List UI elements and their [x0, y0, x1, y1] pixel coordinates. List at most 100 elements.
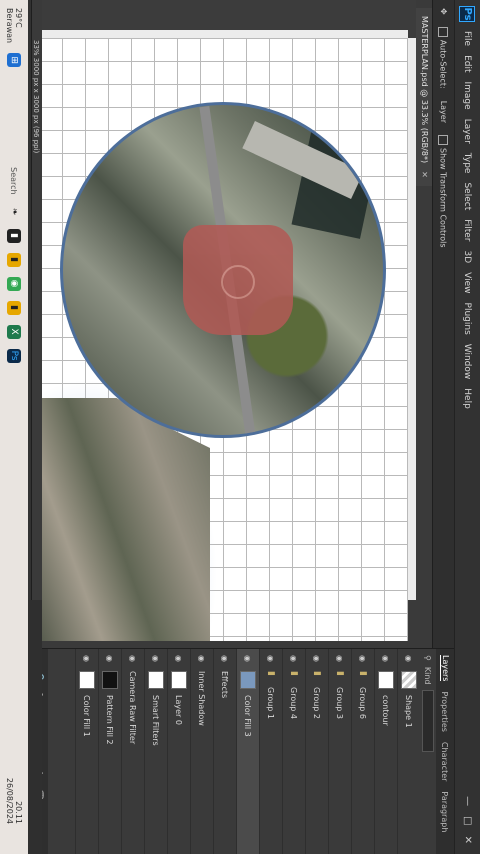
- eye-icon[interactable]: ◉: [290, 655, 299, 665]
- layer-name: Pattern Fill 2: [105, 695, 115, 745]
- layer-name: Color Fill 1: [82, 695, 92, 737]
- auto-select-checkbox[interactable]: Auto-Select:: [438, 26, 449, 89]
- menu-3d[interactable]: 3D: [463, 251, 473, 264]
- menu-filter[interactable]: Filter: [463, 219, 473, 241]
- eye-icon[interactable]: ◉: [106, 655, 115, 665]
- layer-name: Smart Filters: [151, 695, 161, 746]
- layer-row[interactable]: ◉ ▮ Group 1: [259, 649, 282, 854]
- file-explorer-icon[interactable]: ▮: [7, 252, 21, 267]
- layer-row[interactable]: ◉ ▮ Group 3: [328, 649, 351, 854]
- layer-row[interactable]: ◉ Smart Filters: [144, 649, 167, 854]
- eye-icon[interactable]: ◉: [175, 655, 184, 665]
- panel-tabs: Layers Properties Character Paragraph: [436, 649, 454, 854]
- close-tab-icon[interactable]: ✕: [420, 171, 429, 178]
- folder-app-icon[interactable]: ▮: [7, 300, 21, 315]
- menu-edit[interactable]: Edit: [463, 55, 473, 72]
- menu-type[interactable]: Type: [463, 153, 473, 174]
- eye-icon[interactable]: ◉: [267, 655, 276, 665]
- layer-row[interactable]: ◉ Color Fill 1: [75, 649, 98, 854]
- layer-row[interactable]: ◉ contour: [374, 649, 397, 854]
- system-clock[interactable]: 20.11 26/08/2024: [5, 778, 23, 854]
- layer-name: Effects: [220, 671, 230, 699]
- eye-icon[interactable]: ◉: [405, 655, 414, 665]
- layer-row[interactable]: ◉ Layer 0: [167, 649, 190, 854]
- layer-thumbnail: [79, 671, 95, 689]
- tab-layers[interactable]: Layers: [440, 655, 450, 682]
- circular-aerial-photo: [60, 102, 386, 438]
- kind-label[interactable]: Kind: [424, 667, 433, 685]
- menu-help[interactable]: Help: [463, 388, 473, 409]
- tab-character[interactable]: Character: [441, 742, 450, 782]
- clock-date: 26/08/2024: [5, 777, 14, 824]
- folder-icon: ▮: [266, 671, 276, 676]
- vertical-ruler: [42, 30, 408, 38]
- layer-row[interactable]: ◉ ▮ Group 6: [351, 649, 374, 854]
- layer-row[interactable]: ◉ ▮ Group 4: [282, 649, 305, 854]
- menu-window[interactable]: Window: [463, 344, 473, 380]
- weather-widget[interactable]: 29°C Berawan: [5, 8, 23, 43]
- layers-panel: Layers Properties Character Paragraph ⚲ …: [28, 648, 454, 854]
- eye-icon[interactable]: ◉: [221, 655, 230, 665]
- minimize-icon[interactable]: —: [462, 796, 473, 806]
- eye-icon[interactable]: ◉: [152, 655, 161, 665]
- menu-view[interactable]: View: [463, 272, 473, 293]
- menu-layer[interactable]: Layer: [463, 119, 473, 144]
- move-tool-icon[interactable]: ✥: [439, 8, 448, 15]
- status-bar: 33% 3000 px x 3000 px (96 ppi): [32, 40, 40, 154]
- layer-name: contour: [381, 695, 391, 726]
- layer-name: Color Fill 3: [243, 695, 253, 737]
- auto-select-target[interactable]: Layer: [439, 101, 448, 123]
- window-controls: — □ ✕: [462, 796, 473, 854]
- menu-select[interactable]: Select: [463, 182, 473, 210]
- layer-thumbnail: [102, 671, 118, 689]
- eye-icon[interactable]: ◉: [198, 655, 207, 665]
- layer-thumbnail: [171, 671, 187, 689]
- eye-icon[interactable]: ◉: [244, 655, 253, 665]
- windows-start-icon[interactable]: ⊞: [7, 53, 21, 68]
- excel-icon[interactable]: X: [7, 324, 21, 339]
- layer-row[interactable]: ◉ Effects: [213, 649, 236, 854]
- folder-icon: ▮: [358, 671, 368, 676]
- maximize-icon[interactable]: □: [462, 816, 473, 825]
- windows-taskbar: 29°C Berawan ⊞ Search ❧ ▮ ▮ ◉ ▮ X Ps 20.…: [0, 0, 28, 854]
- layer-name: Camera Raw Filter: [128, 671, 138, 745]
- clock-time: 20.11: [14, 801, 23, 824]
- tab-properties[interactable]: Properties: [441, 691, 450, 731]
- layer-row[interactable]: ◉ Pattern Fill 2: [98, 649, 121, 854]
- eye-icon[interactable]: ◉: [382, 655, 391, 665]
- layer-name: Group 1: [266, 687, 276, 719]
- terminal-app-icon[interactable]: ▮: [7, 228, 21, 243]
- feather-app-icon[interactable]: ❧: [7, 205, 21, 219]
- eye-icon[interactable]: ◉: [129, 655, 138, 665]
- eye-icon[interactable]: ◉: [313, 655, 322, 665]
- document-title: MASTERPLAN.psd @ 33.3% (RGB/8*): [420, 16, 429, 164]
- search-icon: ⚲: [423, 655, 433, 661]
- layer-name: Group 2: [312, 687, 322, 719]
- layer-row[interactable]: ◉ Inner Shadow: [190, 649, 213, 854]
- document-tab[interactable]: MASTERPLAN.psd @ 33.3% (RGB/8*) ✕: [416, 8, 432, 186]
- show-transform-checkbox[interactable]: Show Transform Controls: [438, 135, 449, 248]
- menu-plugins[interactable]: Plugins: [463, 303, 473, 335]
- taskbar-search[interactable]: Search: [10, 167, 19, 194]
- layer-row[interactable]: ◉ ▮ Group 2: [305, 649, 328, 854]
- photoshop-taskbar-icon[interactable]: Ps: [7, 348, 21, 363]
- eye-icon[interactable]: ◉: [359, 655, 368, 665]
- menu-image[interactable]: Image: [463, 82, 473, 110]
- chrome-icon[interactable]: ◉: [7, 276, 21, 291]
- layer-row[interactable]: ◉ Camera Raw Filter: [121, 649, 144, 854]
- weather-temp: 29°C: [14, 8, 23, 28]
- layer-thumbnail: [401, 671, 417, 689]
- eye-icon[interactable]: ◉: [336, 655, 345, 665]
- menu-file[interactable]: File: [463, 31, 473, 46]
- highlighted-plaza: [183, 225, 293, 335]
- kind-dropdown[interactable]: [422, 690, 434, 753]
- close-icon[interactable]: ✕: [462, 836, 473, 844]
- layer-row[interactable]: ◉ Color Fill 3: [236, 649, 259, 854]
- horizontal-ruler: [408, 38, 416, 600]
- eye-icon[interactable]: ◉: [83, 655, 92, 665]
- layer-thumbnail: [378, 671, 394, 689]
- layer-name: Group 4: [289, 687, 299, 719]
- layer-row[interactable]: ◉ Shape 1: [397, 649, 420, 854]
- tab-paragraph[interactable]: Paragraph: [441, 791, 450, 832]
- artboard[interactable]: [42, 38, 408, 641]
